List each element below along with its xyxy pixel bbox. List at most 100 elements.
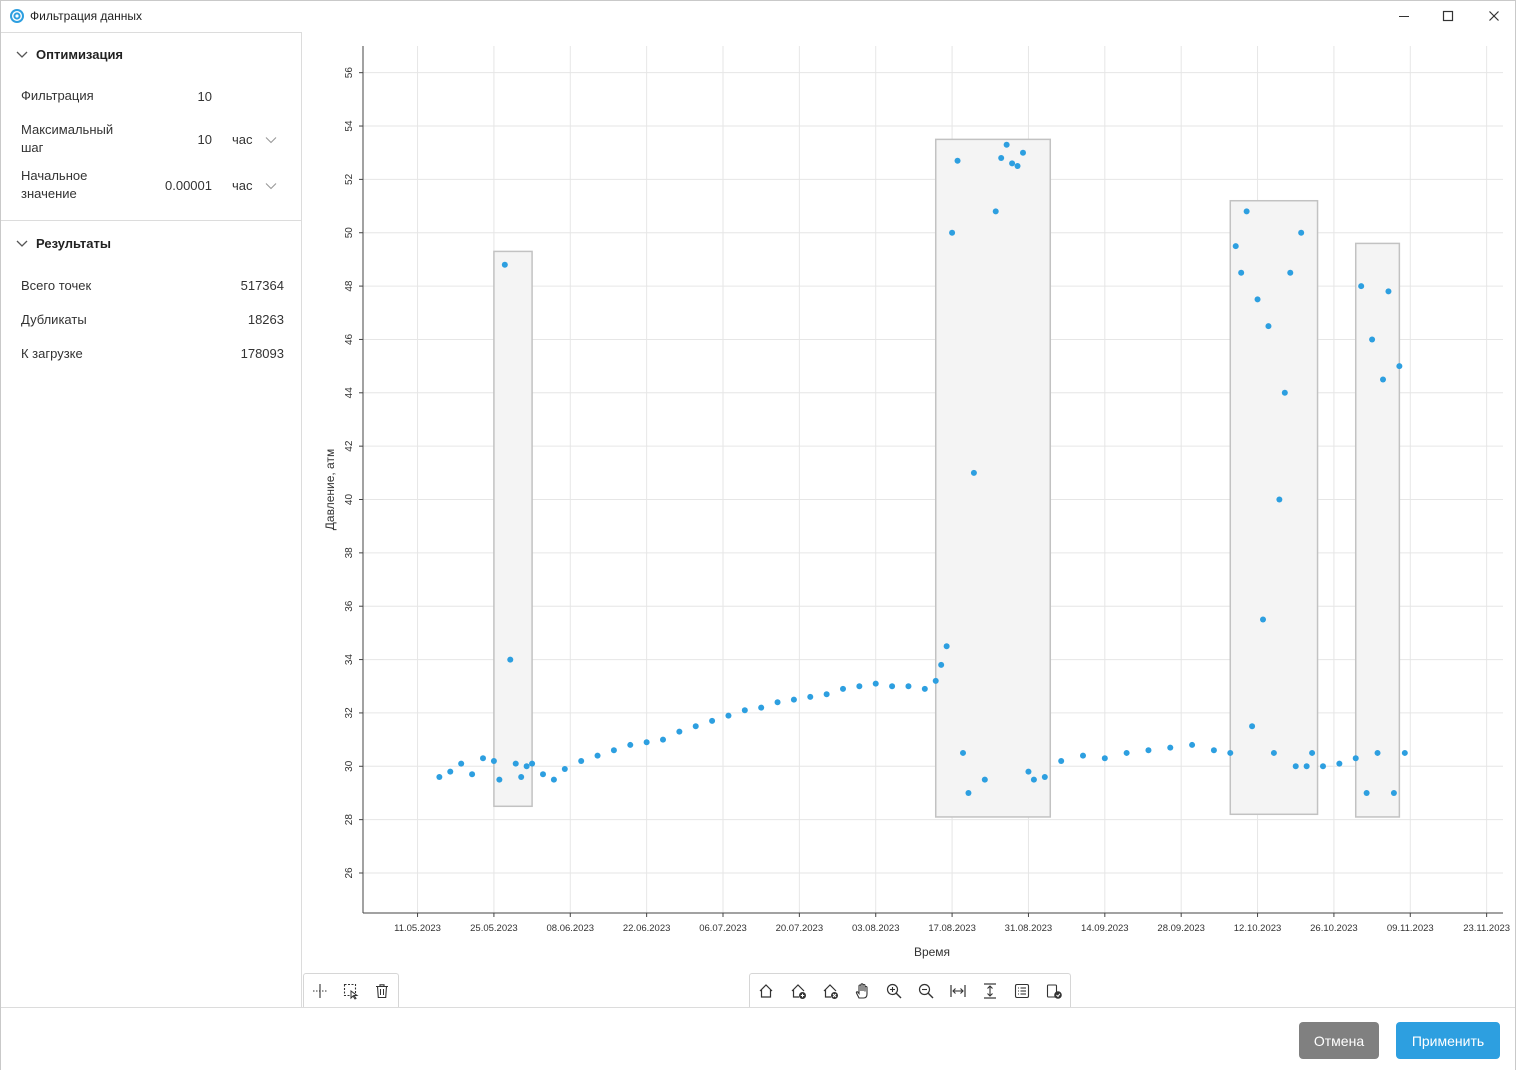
data-point (676, 728, 683, 735)
y-tick-label: 32 (344, 707, 355, 719)
x-tick-label: 31.08.2023 (1005, 923, 1053, 934)
initial-value-label-line1: Начальное (21, 168, 88, 183)
y-tick-label: 40 (344, 494, 355, 506)
total-points-value: 517364 (240, 278, 284, 293)
chevron-down-icon (16, 240, 28, 247)
add-point-button[interactable] (782, 975, 814, 1007)
data-point (1020, 149, 1026, 156)
initial-value-unit-select[interactable]: час (232, 178, 253, 193)
data-point (790, 696, 797, 703)
zoom-out-button[interactable] (910, 975, 942, 1007)
maximize-button[interactable] (1425, 1, 1471, 31)
data-point (1336, 760, 1343, 767)
y-tick-label: 56 (344, 67, 355, 79)
data-point (992, 208, 999, 215)
data-point (1281, 389, 1288, 396)
x-tick-label: 09.11.2023 (1387, 923, 1434, 934)
data-point (1210, 747, 1217, 754)
highlight-region (1229, 199, 1319, 816)
filtration-label: Фильтрация (21, 88, 94, 103)
zoom-in-icon (886, 983, 902, 998)
close-button[interactable] (1471, 1, 1516, 31)
data-point (1249, 723, 1256, 730)
data-point (1385, 288, 1392, 295)
data-point (518, 773, 525, 780)
remove-point-button[interactable] (814, 975, 846, 1007)
crosshair-icon (312, 983, 327, 998)
data-point (458, 760, 465, 767)
home-button[interactable] (750, 975, 782, 1007)
chart-area[interactable]: 26 28 30 32 34 36 38 40 42 44 46 48 50 52 54 56 11.05.20… (303, 32, 1515, 1007)
x-tick-label: 25.05.2023 (470, 923, 518, 934)
results-section-header[interactable]: Результаты (1, 232, 302, 256)
title-bar: Фильтрация данных (1, 1, 1515, 31)
data-point (1369, 336, 1376, 343)
data-point (529, 760, 536, 767)
optimization-section-header[interactable]: Оптимизация (1, 43, 302, 67)
y-tick-label: 44 (344, 387, 355, 399)
data-point (970, 469, 977, 476)
y-tick-label: 52 (344, 173, 355, 185)
x-tick-label: 22.06.2023 (623, 923, 671, 934)
data-point (610, 747, 617, 754)
y-tick-label: 48 (344, 280, 355, 292)
pressure-scatter-chart[interactable]: 26 28 30 32 34 36 38 40 42 44 46 48 50 52 54 56 11.05.20… (303, 32, 1515, 1007)
list-button[interactable] (1006, 975, 1038, 1007)
section-divider (1, 220, 302, 221)
data-point (725, 712, 732, 719)
max-step-unit-select[interactable]: час (232, 132, 253, 147)
data-point (540, 771, 546, 778)
data-point (594, 752, 601, 759)
data-point (1227, 749, 1234, 756)
total-points-label: Всего точек (21, 278, 92, 293)
fit-width-button[interactable] (942, 975, 974, 1007)
initial-value-input[interactable]: 0.00001 (141, 178, 212, 193)
select-region-button[interactable] (335, 975, 366, 1007)
add-point-icon (791, 983, 806, 999)
x-axis-title: Время (914, 945, 950, 959)
highlight-region (934, 138, 1052, 818)
duplicates-value: 18263 (247, 312, 284, 327)
data-point (507, 656, 514, 663)
duplicates-label: Дубликаты (21, 312, 87, 327)
x-tick-label: 26.10.2023 (1310, 923, 1358, 934)
data-point (1030, 776, 1037, 783)
fit-height-button[interactable] (974, 975, 1006, 1007)
y-tick-label: 36 (344, 600, 355, 612)
crosshair-button[interactable] (304, 975, 335, 1007)
data-point (469, 771, 476, 778)
chevron-down-icon (16, 51, 28, 58)
x-tick-label: 23.11.2023 (1463, 923, 1510, 934)
minimize-button[interactable] (1381, 1, 1427, 31)
chevron-down-icon[interactable] (265, 136, 277, 144)
zoom-out-icon (918, 983, 934, 998)
cancel-button[interactable]: Отмена (1299, 1022, 1379, 1059)
close-icon (1489, 11, 1499, 21)
data-point (1292, 763, 1299, 770)
data-point (578, 757, 585, 764)
data-point (981, 776, 988, 783)
data-point (1041, 773, 1048, 780)
data-point (1358, 283, 1365, 290)
export-button[interactable] (1038, 975, 1070, 1007)
data-point (1101, 755, 1108, 762)
data-point (1287, 269, 1294, 276)
data-point (1303, 763, 1310, 770)
y-tick-label: 30 (344, 760, 355, 772)
x-tick-label: 08.06.2023 (546, 923, 594, 934)
data-point (501, 261, 508, 268)
data-point (1396, 363, 1403, 370)
results-header-label: Результаты (36, 236, 111, 251)
data-point (1243, 208, 1250, 215)
delete-button[interactable] (367, 975, 398, 1007)
minimize-icon (1399, 16, 1409, 17)
y-tick-label: 26 (344, 867, 355, 879)
chevron-down-icon[interactable] (265, 182, 277, 190)
apply-button[interactable]: Применить (1396, 1022, 1500, 1059)
max-step-input[interactable]: 10 (151, 132, 212, 147)
y-tick-label: 54 (344, 120, 355, 132)
filtration-input[interactable]: 10 (151, 89, 212, 104)
pan-button[interactable] (846, 975, 878, 1007)
zoom-in-button[interactable] (878, 975, 910, 1007)
data-point (1380, 376, 1386, 383)
